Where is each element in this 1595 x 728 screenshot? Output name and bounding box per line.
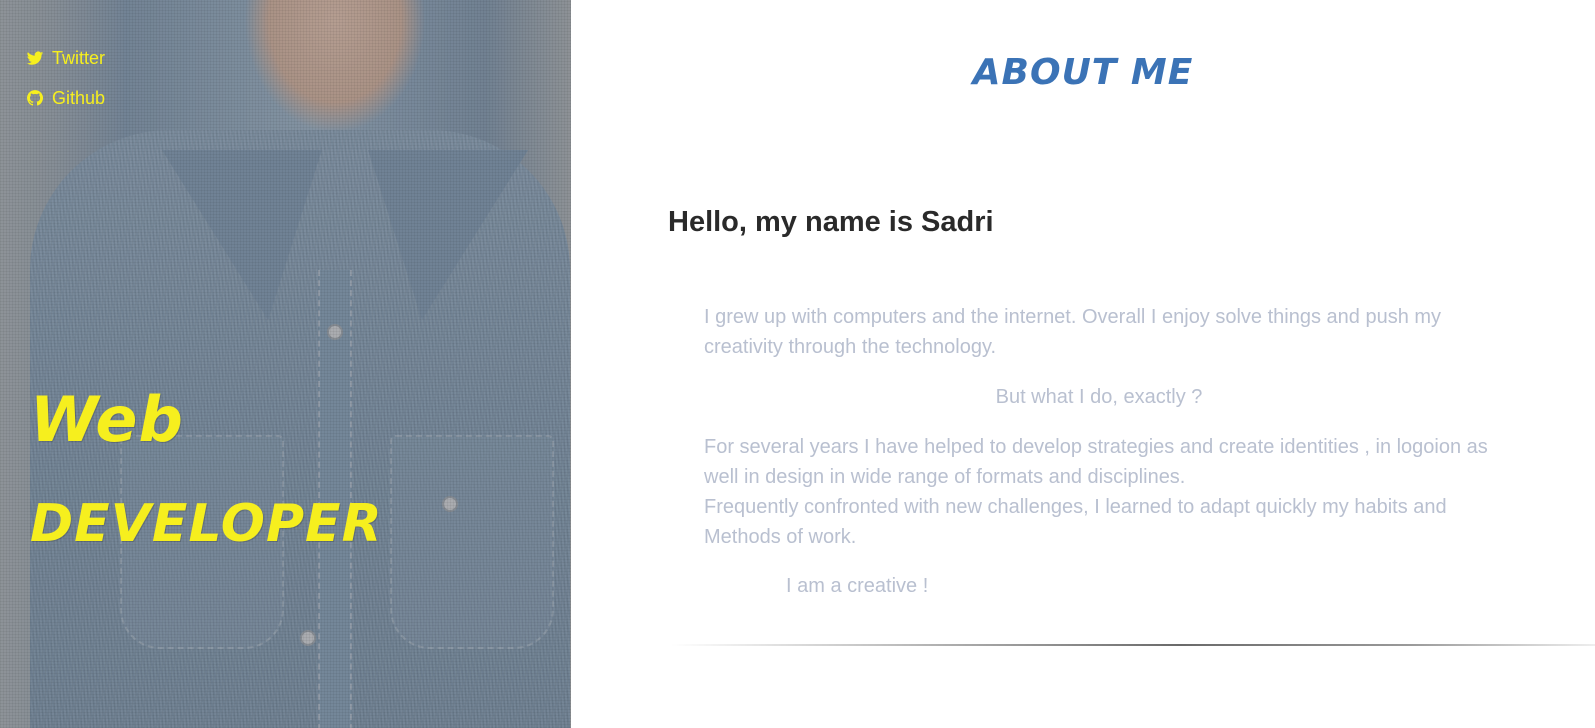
hero-headline: Web developer (30, 368, 383, 576)
social-link-label: Twitter (52, 47, 106, 68)
hero-headline-line2: developer (30, 494, 383, 554)
social-link-twitter[interactable]: Twitter (26, 46, 105, 70)
social-link-github[interactable]: Github (26, 86, 105, 110)
hero-headline-line1: Web (30, 383, 184, 456)
github-icon (26, 89, 44, 107)
experience-text-2: Frequently confronted with new challenge… (704, 496, 1447, 548)
social-link-label: Github (52, 87, 106, 108)
intro-paragraph: I grew up with computers and the interne… (704, 306, 1442, 358)
experience-text-1: For several years I have helped to devel… (704, 436, 1488, 488)
about-section: About me Hello, my name is Sadri I grew … (571, 0, 1595, 728)
section-divider (671, 644, 1595, 646)
twitter-icon (26, 49, 44, 67)
social-links: Twitter Github (26, 46, 105, 126)
section-title: About me (972, 52, 1194, 93)
greeting-heading: Hello, my name is Sadri (668, 206, 994, 238)
experience-paragraph: For several years I have helped to devel… (704, 432, 1494, 552)
hero-panel: Twitter Github Web developer (0, 0, 571, 728)
question-paragraph: But what I do, exactly ? (995, 386, 1203, 408)
closing-paragraph: I am a creative ! (786, 575, 929, 597)
